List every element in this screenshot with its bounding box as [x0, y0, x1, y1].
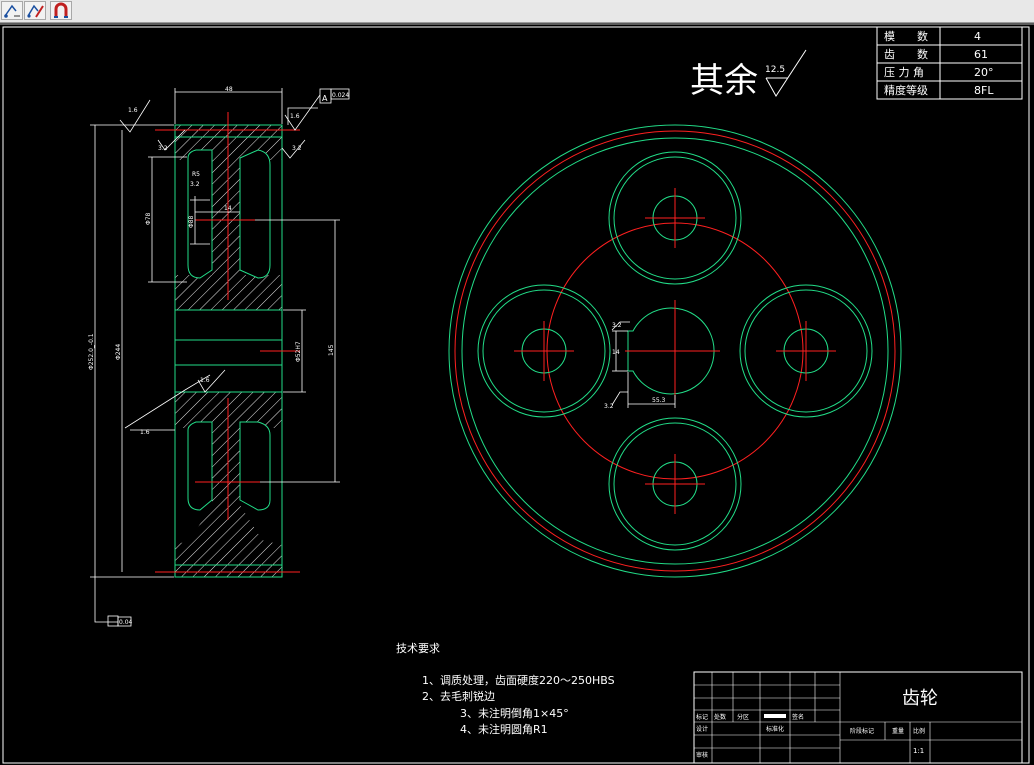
roughness-general: 其余 12.5	[690, 49, 807, 101]
keyway-radius: 3.2	[604, 403, 614, 410]
section-view: 48 A 0.024 0.04 1.6 1.6 1.6 3.2 3.2 3.2 …	[88, 86, 350, 627]
param-label-3: 精度等级	[884, 83, 928, 97]
dim-keyway-depth: 55.3	[652, 397, 666, 404]
drawing-canvas[interactable]: 48 A 0.024 0.04 1.6 1.6 1.6 3.2 3.2 3.2 …	[0, 25, 1034, 765]
rough-label-5: 3.2	[292, 145, 302, 152]
magnet-snap-tool-button[interactable]	[50, 1, 72, 20]
dim-ring-dia: 145	[328, 344, 335, 356]
dim-pitch-dia: Φ244	[115, 344, 122, 360]
tech-req-item-4: 4、未注明圆角R1	[460, 722, 548, 736]
upper-right-cavity	[240, 150, 270, 278]
rough-note: 1.6	[140, 429, 150, 436]
dim-flatness-bottom: 0.04	[119, 619, 133, 626]
drawing-frame	[2, 26, 1030, 764]
dim-keyway-width: 14	[612, 349, 620, 356]
rough-label-6: 3.2	[190, 181, 200, 188]
tech-req-title: 技术要求	[396, 642, 440, 655]
rough-label-3: 1.6	[200, 377, 210, 384]
param-value-0: 4	[974, 30, 981, 43]
part-name: 齿轮	[902, 688, 938, 709]
roughness-value: 12.5	[765, 65, 785, 75]
magnet-snap-icon	[54, 2, 68, 18]
keyway-rough: 3.2	[612, 322, 622, 329]
dim-bore: Φ52H7	[295, 341, 302, 362]
front-view: 14 55.3 3.2 3.2	[448, 124, 902, 578]
tb-label-5: 设计	[696, 725, 708, 733]
param-value-1: 61	[974, 48, 988, 61]
tb-label-10: 比例	[913, 727, 925, 735]
tb-label-4: 签名	[792, 713, 804, 721]
tech-req-item-1: 1、调质处理，齿面硬度220～250HBS	[422, 673, 615, 687]
tech-req-item-3: 3、未注明倒角1×45°	[460, 706, 569, 720]
param-label-1: 齿 数	[884, 48, 928, 61]
rough-label-4: 3.2	[158, 145, 168, 152]
roughness-label: 其余	[690, 61, 758, 101]
tech-requirements: 技术要求 1、调质处理，齿面硬度220～250HBS 2、去毛刺锐边 3、未注明…	[396, 642, 615, 736]
lower-right-cavity	[240, 422, 270, 510]
tb-label-8: 阶段标记	[850, 727, 874, 735]
edit-dimension-icon	[27, 4, 44, 18]
dim-hub-dia: Φ78	[145, 212, 152, 225]
edit-dimension-tool-button[interactable]	[24, 1, 46, 20]
radius-label: R5	[192, 171, 200, 178]
lower-left-cavity	[188, 422, 212, 510]
rough-label-2: 1.6	[290, 113, 300, 120]
dim-flatness-top: 0.024	[332, 92, 349, 99]
dim-hub-width: 14	[224, 205, 232, 212]
dimension-tool-button[interactable]	[1, 1, 23, 20]
tb-label-7: 审核	[696, 751, 708, 759]
tb-label-0: 标记	[696, 713, 708, 721]
dimension-icon	[4, 4, 20, 18]
tb-label-9: 重量	[892, 727, 904, 735]
tb-label-6: 标准化	[766, 725, 784, 733]
param-table: 模 数 4 齿 数 61 压 力 角 20° 精度等级 8FL	[876, 26, 1023, 100]
upper-left-cavity	[188, 150, 212, 278]
rough-label-1: 1.6	[128, 107, 138, 114]
param-label-2: 压 力 角	[884, 66, 924, 79]
dim-outer-dia: Φ252.0_-0.1	[88, 333, 95, 370]
hatch-rim-bottom	[175, 565, 282, 577]
tb-label-2: 分区	[737, 713, 749, 721]
tb-scale: 1:1	[913, 747, 924, 755]
param-value-2: 20°	[974, 66, 994, 79]
tb-label-1: 处数	[714, 713, 726, 721]
dim-width: 48	[225, 86, 233, 93]
param-label-0: 模 数	[884, 30, 928, 43]
toolbar	[0, 0, 1034, 23]
datum-label-top: A	[322, 94, 328, 103]
tech-req-item-2: 2、去毛刺锐边	[422, 689, 495, 703]
dim-web-dia: Φ88	[188, 215, 195, 228]
param-value-3: 8FL	[974, 84, 994, 97]
title-block: 齿轮 标记 处数 分区 签名 设计 标准化 审核 阶段标记 重量 比例 1:1	[693, 671, 1023, 764]
